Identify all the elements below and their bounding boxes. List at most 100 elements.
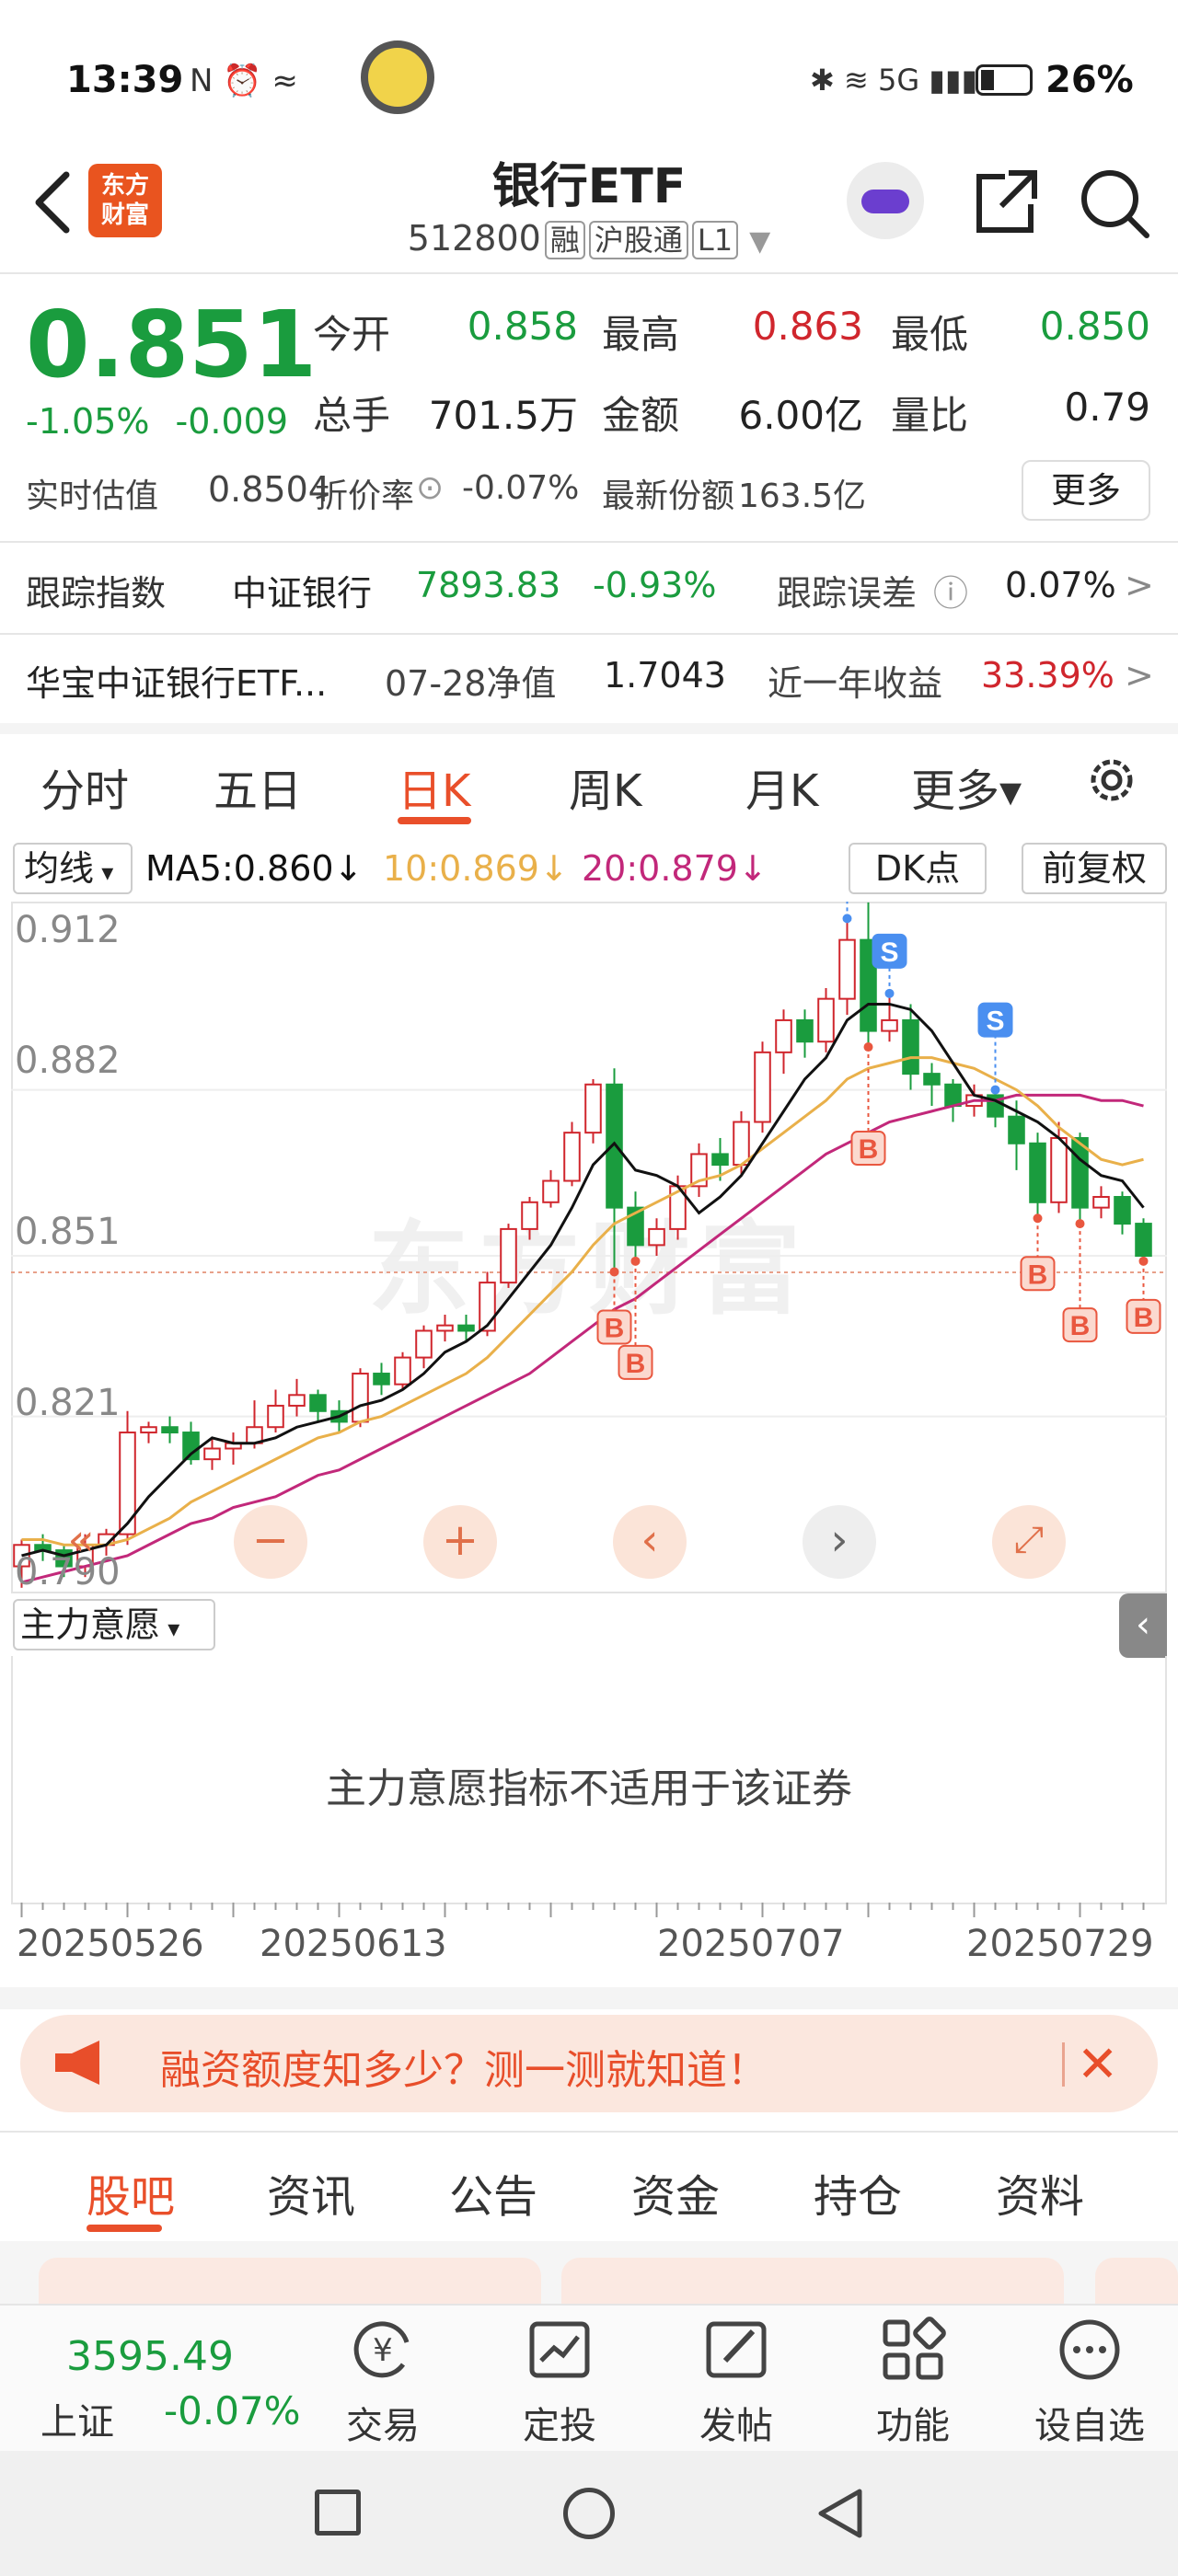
candle-body [733, 1121, 750, 1167]
candle-body [1029, 1142, 1046, 1203]
dropdown-arrow-icon: ▾ [160, 1616, 180, 1643]
x-label: 20250707 [657, 1923, 845, 1965]
security-code: 512800 [407, 218, 541, 259]
tab-announcements[interactable]: 公告 [449, 2160, 537, 2225]
nav-functions-label[interactable]: 功能 [839, 2396, 987, 2449]
x-label: 20250729 [966, 1923, 1154, 1965]
promo-text[interactable]: 融资额度知多少？测一测就知道！ [160, 2037, 768, 2096]
ma5-readout: MA5:0.860↓ [145, 848, 364, 889]
active-tab-indicator [87, 2225, 162, 2232]
forward-adjust-button[interactable]: 前复权 [1022, 843, 1167, 894]
candle-body [584, 1083, 602, 1134]
status-icons-left: N ⏰ ≈ [190, 63, 298, 99]
recents-icon[interactable] [315, 2490, 361, 2536]
tab-intraday[interactable]: 分时 [40, 754, 129, 819]
tracking-label: 跟踪指数 [26, 573, 167, 614]
tab-profile[interactable]: 资料 [996, 2160, 1084, 2225]
app-avatar-icon[interactable] [361, 40, 434, 114]
back-icon[interactable] [814, 2486, 865, 2541]
change-value: -0.009 [175, 401, 289, 442]
ma10-readout: 10:0.869↓ [383, 848, 569, 889]
dropdown-arrow-icon: ▼ [749, 225, 771, 258]
signal-label: S [880, 937, 898, 968]
promo-divider [1062, 2042, 1065, 2087]
status-bar: 13:39 N ⏰ ≈ ✱ ≋ 5G ▮▮▮ 26% [0, 0, 1178, 156]
pan-left-button[interactable]: ‹ [613, 1505, 687, 1579]
low-label: 最低 [891, 312, 969, 357]
iopv-value: 0.8504 [208, 469, 330, 510]
pan-right-button[interactable]: › [803, 1505, 876, 1579]
signal-label: B [626, 1349, 646, 1379]
home-icon[interactable] [563, 2488, 615, 2539]
scroll-left-icon[interactable]: « [44, 1505, 118, 1579]
tab-news[interactable]: 资讯 [267, 2160, 355, 2225]
candle-body [161, 1426, 179, 1434]
tab-more[interactable]: 更多▾ [911, 754, 1022, 819]
search-icon[interactable] [1075, 164, 1152, 241]
zoom-out-button[interactable]: − [234, 1505, 307, 1579]
tracking-value: 7893.83 [416, 565, 561, 605]
return-value: 33.39% [981, 655, 1114, 696]
nav-watchlist-label[interactable]: 设自选 [1016, 2396, 1163, 2449]
tab-weekly-k[interactable]: 周K [569, 754, 641, 819]
info-icon[interactable]: ⊙ [416, 469, 444, 507]
ai-assistant-icon[interactable] [847, 162, 924, 239]
tab-daily-k[interactable]: 日K [398, 754, 470, 819]
grid-icon[interactable] [878, 2315, 948, 2385]
more-icon[interactable] [1055, 2315, 1125, 2385]
tab-funds-flow[interactable]: 资金 [631, 2160, 720, 2225]
signal-dot [990, 1085, 1000, 1095]
x-label: 20250526 [17, 1923, 204, 1965]
chevron-right-icon[interactable]: > [1125, 565, 1154, 605]
nav-value: 1.7043 [604, 655, 726, 696]
help-icon[interactable]: ⓘ [933, 565, 968, 615]
collapse-panel-icon[interactable]: ‹ [1119, 1593, 1167, 1658]
tab-five-day[interactable]: 五日 [214, 754, 302, 819]
yen-icon[interactable]: ¥ [348, 2315, 418, 2385]
candle-body [944, 1083, 962, 1108]
status-icons-right: ✱ ≋ 5G ▮▮▮ [810, 63, 978, 98]
dk-points-button[interactable]: DK点 [849, 843, 987, 894]
ma-selector[interactable]: 均线 ▾ [13, 843, 133, 894]
tab-holdings[interactable]: 持仓 [814, 2160, 902, 2225]
candle-body [817, 997, 835, 1043]
volume-label: 总手 [313, 393, 391, 438]
nav-dca-label[interactable]: 定投 [486, 2396, 633, 2449]
candle-body [415, 1329, 433, 1359]
kline-chart[interactable]: BBSBSSBBB [11, 902, 1167, 1593]
tab-forum[interactable]: 股吧 [87, 2160, 175, 2225]
sse-index-value[interactable]: 3595.49 [66, 2333, 234, 2380]
candle-body [373, 1373, 390, 1386]
nav-post-label[interactable]: 发帖 [663, 2396, 810, 2449]
candle-body [352, 1373, 369, 1423]
signal-dot [1138, 1256, 1149, 1266]
divider [0, 272, 1178, 274]
gear-icon[interactable] [1082, 751, 1141, 810]
amount-value: 6.00亿 [738, 393, 863, 438]
tracking-index[interactable]: 中证银行 [232, 565, 372, 615]
price-change: -1.05% -0.009 [26, 401, 288, 442]
change-pct: -1.05% [26, 401, 150, 442]
edit-icon[interactable] [701, 2315, 771, 2385]
candle-body [288, 1394, 306, 1407]
tab-monthly-k[interactable]: 月K [745, 754, 818, 819]
more-button[interactable]: 更多 [1022, 460, 1150, 521]
active-tab-indicator [398, 817, 471, 824]
chevron-right-icon[interactable]: > [1125, 655, 1154, 696]
ratio-label: 量比 [891, 393, 969, 438]
chart-icon[interactable] [525, 2315, 595, 2385]
fund-name[interactable]: 华宝中证银行ETF... [26, 655, 327, 706]
signal-label: B [859, 1134, 879, 1165]
close-icon[interactable]: ✕ [1077, 2035, 1118, 2093]
candle-body [902, 1018, 919, 1075]
sub-indicator-selector[interactable]: 主力意愿 ▾ [13, 1599, 215, 1650]
share-icon[interactable] [968, 166, 1042, 239]
iopv-label: 实时估值 [26, 477, 159, 515]
shares-label: 最新份额 [602, 477, 735, 515]
nav-trade-label[interactable]: 交易 [309, 2396, 456, 2449]
candle-body [140, 1426, 157, 1434]
x-axis-ticks [20, 1903, 1145, 1917]
fullscreen-icon[interactable]: ⤢ [992, 1505, 1066, 1579]
zoom-in-button[interactable]: + [423, 1505, 497, 1579]
high-value: 0.863 [752, 304, 863, 349]
